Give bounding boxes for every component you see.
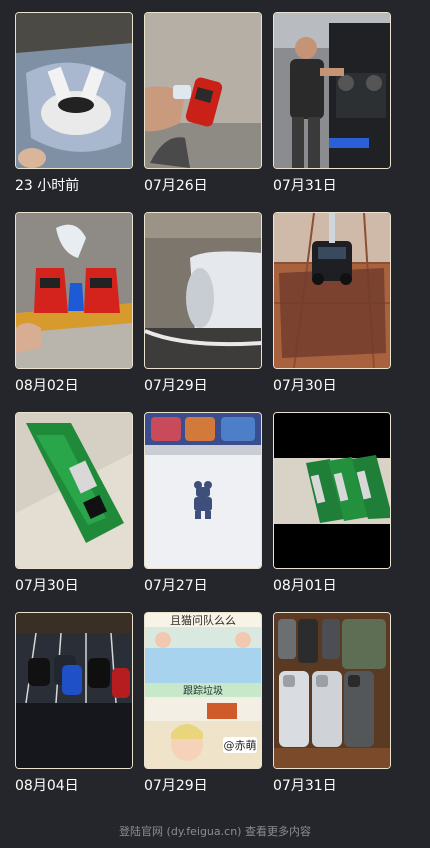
video-date: 23 小时前 <box>15 178 80 194</box>
footer-text: 登陆官网 (dy.feigua.cn) 查看更多内容 <box>119 825 311 838</box>
video-card[interactable]: 08月02日 <box>15 212 133 412</box>
video-card[interactable]: 07月26日 <box>144 12 262 212</box>
video-card[interactable]: 07月27日 <box>144 412 262 612</box>
green-toy-bus-icon[interactable] <box>15 412 133 569</box>
three-red-toy-cars-icon[interactable] <box>15 212 133 369</box>
video-grid: 23 小时前 07月26日 07月31日 08月02日 07月29日 07月30… <box>15 12 391 812</box>
video-date: 08月04日 <box>15 778 79 794</box>
video-card[interactable]: 07月30日 <box>15 412 133 612</box>
video-date: 08月01日 <box>273 578 337 594</box>
toy-cars-parking-lot-icon[interactable] <box>15 612 133 769</box>
video-card[interactable]: 07月31日 <box>273 612 391 812</box>
video-date: 08月02日 <box>15 378 79 394</box>
man-with-black-suv-icon[interactable] <box>273 12 391 169</box>
video-date: 07月31日 <box>273 178 337 194</box>
video-date: 07月30日 <box>15 578 79 594</box>
video-card[interactable]: 07月30日 <box>273 212 391 412</box>
video-card[interactable]: 07月29日 <box>144 212 262 412</box>
caption-mid: 跟踪垃圾 <box>183 684 223 697</box>
video-card[interactable]: 08月04日 <box>15 612 133 812</box>
video-card[interactable]: 23 小时前 <box>15 12 133 212</box>
video-date: 07月31日 <box>273 778 337 794</box>
caption-top: 且猫问队么么 <box>170 613 236 627</box>
video-date: 07月29日 <box>144 778 208 794</box>
video-card[interactable]: 07月31日 <box>273 12 391 212</box>
anime-cartoon-collage-icon[interactable]: 且猫问队么么 跟踪垃圾 @赤萌 <box>144 612 262 769</box>
video-card[interactable]: 08月01日 <box>273 412 391 612</box>
bearbrick-figure-icon[interactable] <box>144 412 262 569</box>
video-date: 07月30日 <box>273 378 337 394</box>
black-toy-suv-on-tiles-icon[interactable] <box>273 212 391 369</box>
red-toy-car-on-hand-icon[interactable] <box>144 12 262 169</box>
video-date: 07月29日 <box>144 378 208 394</box>
video-date: 07月27日 <box>144 578 208 594</box>
green-toy-buses-row-icon[interactable] <box>273 412 391 569</box>
iphones-on-table-icon[interactable] <box>273 612 391 769</box>
video-card[interactable]: 且猫问队么么 跟踪垃圾 @赤萌 07月29日 <box>144 612 262 812</box>
car-door-interior-icon[interactable] <box>144 212 262 369</box>
video-date: 07月26日 <box>144 178 208 194</box>
caption-badge: @赤萌 <box>224 738 257 752</box>
white-supercar-doors-open-icon[interactable] <box>15 12 133 169</box>
